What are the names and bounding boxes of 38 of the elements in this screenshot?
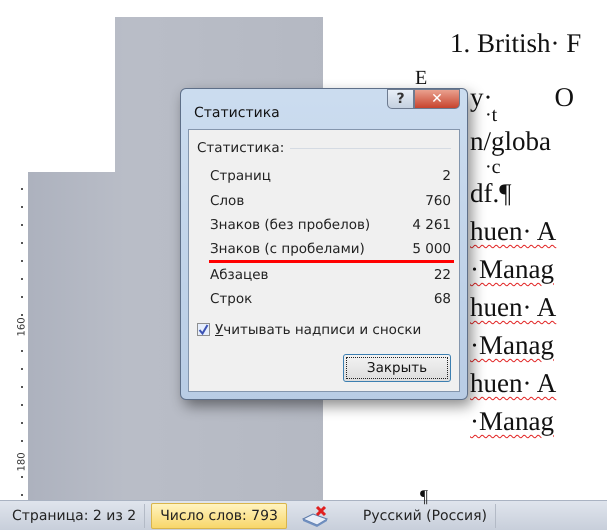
help-button[interactable]: ? [387,89,414,109]
document-text: ·Manag [470,406,554,436]
dialog-title: Статистика [194,105,280,121]
document-text: huen· A [470,292,556,322]
document-text: ·Manag [470,330,554,360]
book-error-icon[interactable] [300,504,331,526]
paragraph-mark: ¶ [420,486,428,506]
stat-value: 68 [434,291,451,308]
checkbox-label[interactable]: Учитывать надписи и сноски [215,322,422,338]
close-dialog-button[interactable]: Закрыть [343,354,451,382]
stat-value: 4 261 [412,217,451,234]
stat-value: 5 000 [412,240,451,256]
status-item[interactable]: Число слов: 793 [151,502,287,528]
document-text: O [554,86,574,108]
stat-value: 22 [434,266,451,283]
stat-value: 760 [425,192,451,209]
document-text: 1. British· F [450,28,582,58]
document-text: ·t [485,104,498,126]
document-text: n/globa [470,126,551,156]
checkbox[interactable] [197,323,210,336]
document-text: ·c [485,156,501,178]
stat-label: Страниц [210,168,271,184]
document-text: huen· A [470,216,556,246]
ruler-label: 180 [16,454,28,472]
document-text: huen· A [470,368,556,398]
stat-label: Строк [210,291,252,308]
group-label: Статистика: [197,140,284,156]
status-item[interactable]: Страница: 2 из 2 [4,504,146,528]
stat-value: 2 [442,168,451,184]
document-text: df.¶ [470,178,512,208]
ruler-label: 160 [16,318,28,336]
stat-label: Абзацев [210,266,268,283]
stat-label: Знаков (без пробелов) [210,217,370,234]
stat-label: Слов [210,192,244,209]
status-item[interactable]: Русский (Россия) [354,504,496,528]
document-text: ·Manag [470,254,554,284]
document-text: Е [415,67,428,89]
stat-label: Знаков (с пробелами) [210,240,365,256]
